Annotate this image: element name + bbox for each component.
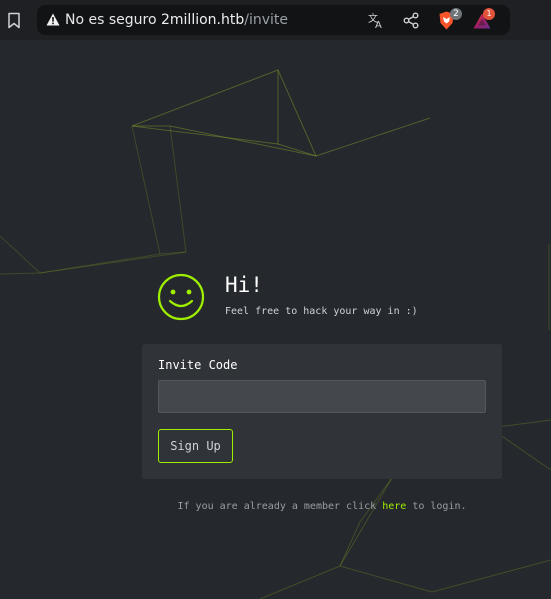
share-icon[interactable]: [403, 12, 419, 29]
warning-icon[interactable]: [46, 13, 60, 26]
login-prompt-prefix: If you are already a member click: [177, 501, 377, 512]
invite-form-card: Invite Code Sign Up: [142, 344, 502, 479]
url-path: /invite: [244, 12, 289, 28]
login-prompt-suffix: to login.: [412, 501, 467, 512]
bookmark-icon[interactable]: [7, 12, 21, 29]
invite-code-input[interactable]: [158, 380, 486, 413]
security-status[interactable]: No es seguro: [65, 12, 157, 28]
greeting-subtitle: Feel free to hack your way in :): [225, 306, 418, 317]
url-host: 2million.htb: [161, 12, 245, 28]
particle-network-background: [0, 69, 551, 599]
smiley-icon: [157, 273, 205, 321]
shields-count-badge: 2: [450, 8, 462, 20]
invite-code-label: Invite Code: [158, 358, 238, 372]
svg-text:A: A: [375, 20, 382, 29]
greeting-heading: Hi!: [225, 273, 263, 297]
login-prompt: If you are already a member click here t…: [0, 501, 551, 512]
rewards-count-badge: 1: [483, 8, 495, 20]
sign-up-button[interactable]: Sign Up: [158, 429, 233, 463]
address-bar[interactable]: No es seguro 2million.htb/invite 文 A 2 1: [37, 5, 510, 35]
url-text[interactable]: 2million.htb/invite: [161, 12, 288, 28]
translate-icon[interactable]: 文 A: [368, 12, 385, 29]
browser-toolbar: No es seguro 2million.htb/invite 文 A 2 1: [0, 0, 551, 40]
login-link[interactable]: here: [382, 501, 406, 512]
